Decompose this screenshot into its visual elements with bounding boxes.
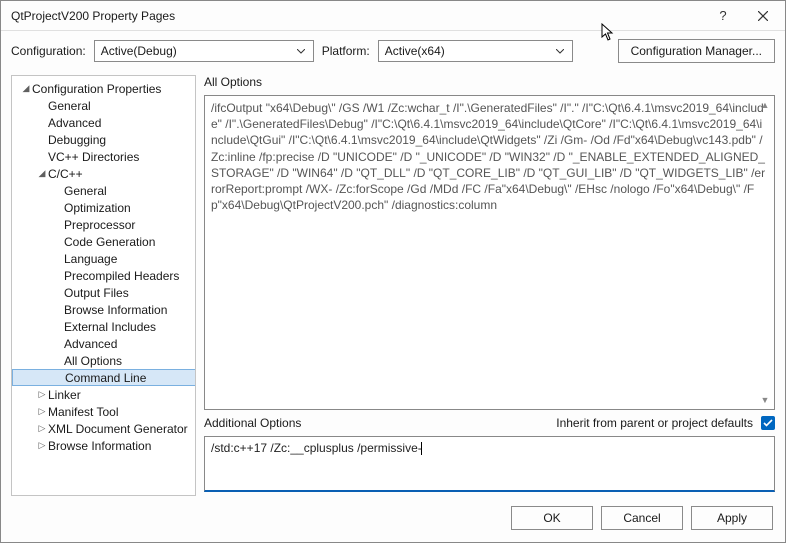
inherit-checkbox[interactable]: [761, 416, 775, 430]
dialog-body: ◢ Configuration Properties General Advan…: [1, 75, 785, 496]
tree-item[interactable]: Preprocessor: [12, 216, 196, 233]
additional-options-header: Additional Options Inherit from parent o…: [204, 416, 775, 430]
tree-item[interactable]: External Includes: [12, 318, 196, 335]
additional-options-input[interactable]: /std:c++17 /Zc:__cplusplus /permissive-: [204, 436, 775, 492]
property-pages-dialog: QtProjectV200 Property Pages ? Configura…: [0, 0, 786, 543]
tree-item[interactable]: Optimization: [12, 199, 196, 216]
tree-root-item[interactable]: ◢ Configuration Properties: [12, 80, 196, 97]
tree-item[interactable]: All Options: [12, 352, 196, 369]
config-row: Configuration: Active(Debug) Platform: A…: [1, 31, 785, 75]
help-button[interactable]: ?: [703, 2, 743, 30]
scroll-up-icon[interactable]: ▲: [758, 98, 772, 112]
tree-item[interactable]: General: [12, 97, 196, 114]
cancel-button[interactable]: Cancel: [601, 506, 683, 530]
ok-button[interactable]: OK: [511, 506, 593, 530]
help-icon: ?: [719, 8, 726, 23]
chevron-down-icon: [552, 49, 568, 54]
tree-item[interactable]: General: [12, 182, 196, 199]
platform-value: Active(x64): [385, 44, 552, 58]
tree-item[interactable]: Advanced: [12, 335, 196, 352]
tree-item[interactable]: Precompiled Headers: [12, 267, 196, 284]
tree-item[interactable]: Advanced: [12, 114, 196, 131]
tree-item[interactable]: ▷Linker: [12, 386, 196, 403]
collapse-icon[interactable]: ◢: [20, 83, 32, 94]
expand-icon[interactable]: ▷: [36, 406, 48, 417]
property-tree[interactable]: ◢ Configuration Properties General Advan…: [11, 75, 196, 496]
tree-item[interactable]: Output Files: [12, 284, 196, 301]
expand-icon[interactable]: ▷: [36, 440, 48, 451]
tree-item[interactable]: Debugging: [12, 131, 196, 148]
window-title: QtProjectV200 Property Pages: [11, 9, 703, 23]
tree-item[interactable]: ▷XML Document Generator: [12, 420, 196, 437]
tree-item[interactable]: Code Generation: [12, 233, 196, 250]
expand-icon[interactable]: ▷: [36, 389, 48, 400]
inherit-label: Inherit from parent or project defaults: [556, 416, 753, 430]
additional-options-value: /std:c++17 /Zc:__cplusplus /permissive-: [211, 441, 422, 455]
tree-item[interactable]: VC++ Directories: [12, 148, 196, 165]
all-options-label: All Options: [204, 75, 775, 89]
tree-item[interactable]: Language: [12, 250, 196, 267]
apply-button[interactable]: Apply: [691, 506, 773, 530]
main-pane: All Options /ifcOutput "x64\Debug\" /GS …: [204, 75, 775, 496]
all-options-text: /ifcOutput "x64\Debug\" /GS /W1 /Zc:wcha…: [211, 101, 765, 212]
configuration-label: Configuration:: [11, 44, 86, 58]
titlebar: QtProjectV200 Property Pages ?: [1, 1, 785, 31]
tree-item[interactable]: ▷Browse Information: [12, 437, 196, 454]
dialog-footer: OK Cancel Apply: [1, 496, 785, 542]
scroll-down-icon[interactable]: ▼: [758, 393, 772, 407]
configuration-manager-button[interactable]: Configuration Manager...: [618, 39, 775, 63]
all-options-textbox[interactable]: /ifcOutput "x64\Debug\" /GS /W1 /Zc:wcha…: [204, 95, 775, 410]
expand-icon[interactable]: ▷: [36, 423, 48, 434]
text-caret: [421, 442, 422, 455]
platform-dropdown[interactable]: Active(x64): [378, 40, 573, 62]
close-button[interactable]: [743, 2, 783, 30]
tree-item-cpp[interactable]: ◢ C/C++: [12, 165, 196, 182]
collapse-icon[interactable]: ◢: [36, 168, 48, 179]
tree-item[interactable]: ▷Manifest Tool: [12, 403, 196, 420]
chevron-down-icon: [293, 49, 309, 54]
tree-item[interactable]: Browse Information: [12, 301, 196, 318]
tree-item-command-line[interactable]: Command Line: [12, 369, 196, 386]
close-icon: [758, 11, 768, 21]
additional-options-label: Additional Options: [204, 416, 301, 430]
configuration-dropdown[interactable]: Active(Debug): [94, 40, 314, 62]
platform-label: Platform:: [322, 44, 370, 58]
configuration-value: Active(Debug): [101, 44, 293, 58]
checkmark-icon: [763, 419, 773, 427]
